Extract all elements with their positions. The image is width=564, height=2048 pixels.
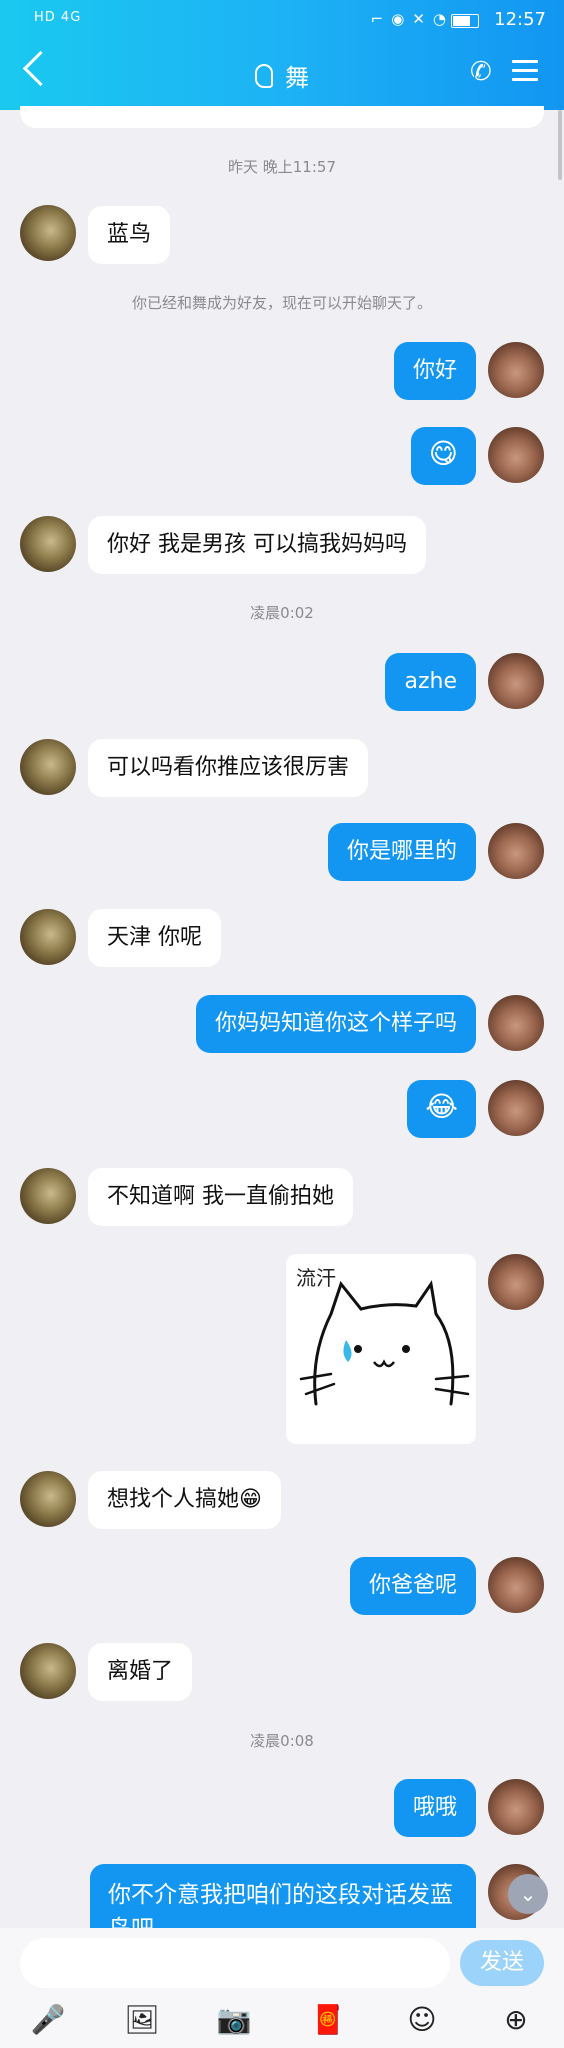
message-bubble-sent[interactable]: 你妈妈知道你这个样子吗 bbox=[195, 995, 476, 1053]
message-bubble-sent[interactable]: 你是哪里的 bbox=[327, 823, 476, 881]
my-avatar[interactable] bbox=[488, 653, 544, 709]
my-avatar[interactable] bbox=[488, 1080, 544, 1136]
timestamp: 凌晨0:02 bbox=[250, 604, 314, 622]
network-indicator: HD 4G bbox=[34, 10, 82, 25]
nav-bar: 舞 ✆ bbox=[0, 50, 564, 100]
menu-icon[interactable] bbox=[512, 60, 538, 82]
contact-avatar[interactable] bbox=[20, 516, 76, 572]
contact-avatar[interactable] bbox=[20, 205, 76, 261]
status-icons: ⌐◉✕◔ bbox=[370, 10, 454, 28]
message-bubble-sent[interactable]: 你好 bbox=[393, 342, 476, 400]
my-avatar[interactable] bbox=[488, 1557, 544, 1613]
my-avatar[interactable] bbox=[488, 342, 544, 398]
status-time: 12:57 bbox=[494, 9, 546, 30]
message-bubble-received[interactable]: 蓝鸟 bbox=[88, 206, 171, 264]
my-avatar[interactable] bbox=[488, 427, 544, 483]
contact-name: 舞 bbox=[285, 64, 309, 92]
message-bubble-received[interactable]: 可以吗看你推应该很厉害 bbox=[88, 739, 369, 797]
input-bar: 发送 🎤 🖼 📷 🧧 ☺ ⊕ bbox=[0, 1928, 564, 2048]
message-bubble-sent[interactable]: azhe bbox=[385, 653, 476, 711]
my-avatar[interactable] bbox=[488, 1779, 544, 1835]
my-avatar[interactable] bbox=[488, 1254, 544, 1310]
message-bubble-received[interactable]: 你好 我是男孩 可以搞我妈妈吗 bbox=[88, 516, 426, 574]
phone-icon[interactable]: ✆ bbox=[470, 58, 498, 86]
message-bubble-received[interactable]: 想找个人搞她😁 bbox=[88, 1471, 281, 1529]
ear-icon bbox=[255, 64, 273, 88]
timestamp: 凌晨0:08 bbox=[250, 1732, 314, 1750]
status-bar: HD 4G ⌐◉✕◔ 12:57 bbox=[0, 0, 564, 40]
message-input[interactable] bbox=[20, 1938, 450, 1988]
message-bubble-received[interactable]: 不知道啊 我一直偷拍她 bbox=[88, 1168, 353, 1226]
my-avatar[interactable] bbox=[488, 823, 544, 879]
contact-avatar[interactable] bbox=[20, 739, 76, 795]
voice-icon[interactable]: 🎤 bbox=[30, 2002, 66, 2038]
emoji-message-sent[interactable]: 😂 bbox=[407, 1080, 476, 1138]
system-message: 你已经和舞成为好友，现在可以开始聊天了。 bbox=[131, 294, 432, 312]
message-bubble-received[interactable]: 离婚了 bbox=[88, 1643, 193, 1701]
sticker-message[interactable]: 流汗 bbox=[286, 1254, 476, 1444]
plus-icon[interactable]: ⊕ bbox=[498, 2002, 534, 2038]
message-bubble-sent[interactable]: 你爸爸呢 bbox=[349, 1557, 476, 1615]
message-bubble-sent-multiline[interactable]: 你不介意我把咱们的这段对话发蓝鸟吧 bbox=[90, 1864, 476, 1934]
send-button[interactable]: 发送 bbox=[460, 1940, 544, 1986]
emoji-icon[interactable]: ☺ bbox=[404, 2002, 440, 2038]
message-bubble-sent[interactable]: 哦哦 bbox=[393, 1779, 476, 1837]
header: HD 4G ⌐◉✕◔ 12:57 舞 ✆ bbox=[0, 0, 564, 110]
contact-avatar[interactable] bbox=[20, 1643, 76, 1699]
contact-avatar[interactable] bbox=[20, 1471, 76, 1527]
sticker-caption: 流汗 bbox=[296, 1266, 336, 1290]
image-icon[interactable]: 🖼 bbox=[124, 2002, 160, 2038]
message-bubble-received[interactable]: 天津 你呢 bbox=[88, 909, 221, 967]
contact-avatar[interactable] bbox=[20, 1168, 76, 1224]
camera-icon[interactable]: 📷 bbox=[216, 2002, 252, 2038]
contact-avatar[interactable] bbox=[20, 909, 76, 965]
battery-icon bbox=[451, 14, 479, 28]
top-card bbox=[20, 106, 544, 128]
red-packet-icon[interactable]: 🧧 bbox=[310, 2002, 346, 2038]
timestamp: 昨天 晚上11:57 bbox=[228, 158, 336, 176]
emoji-message-sent[interactable]: 😋 bbox=[410, 427, 476, 485]
scroll-down-icon[interactable]: ⌄ bbox=[508, 1874, 548, 1914]
my-avatar[interactable] bbox=[488, 995, 544, 1051]
